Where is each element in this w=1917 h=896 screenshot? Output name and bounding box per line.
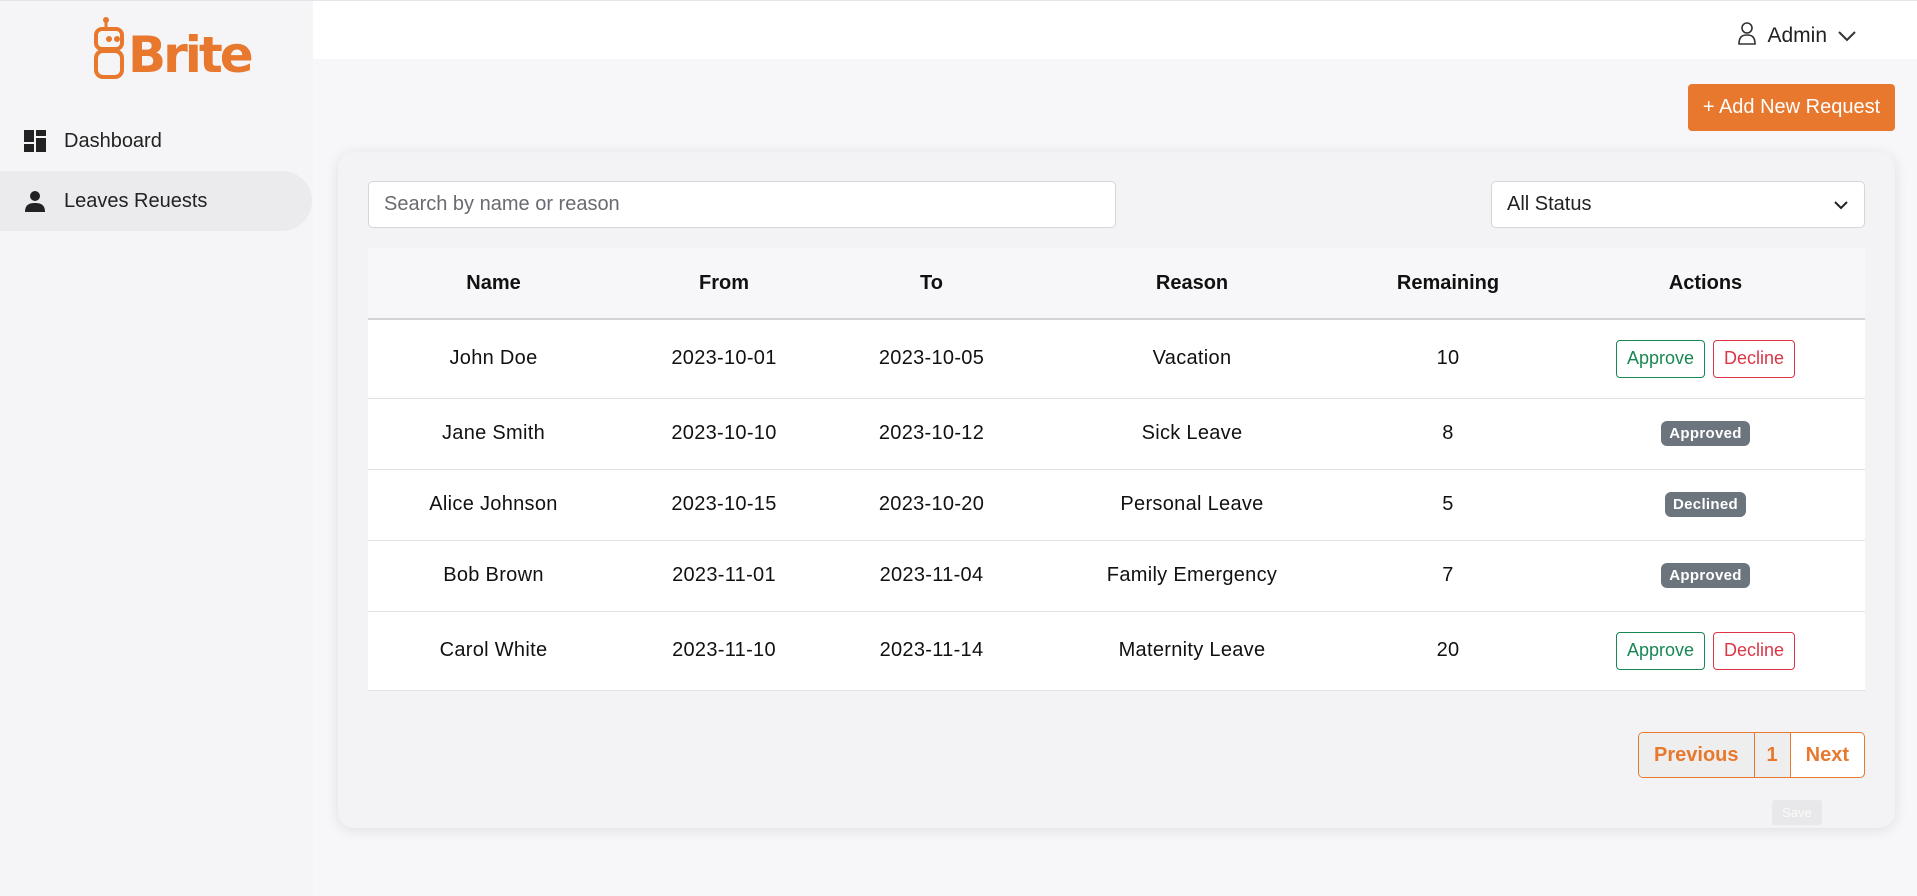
cell-to: 2023-10-05 <box>878 347 985 370</box>
status-badge: Declined <box>1665 492 1746 517</box>
pagination: Previous 1 Next <box>1638 732 1865 778</box>
brite-logo[interactable]: Brite <box>92 17 254 84</box>
leave-requests-table: Name From To Reason Remaining Actions Jo… <box>368 248 1865 691</box>
column-header-from: From <box>699 271 749 294</box>
column-header-remaining: Remaining <box>1396 271 1500 294</box>
user-menu[interactable]: Admin <box>1737 21 1857 51</box>
approve-button[interactable]: Approve <box>1615 339 1705 378</box>
approve-button[interactable]: Approve <box>1615 631 1705 670</box>
cell-name: Carol White <box>439 639 548 661</box>
sidebar-item-label: Dashboard <box>64 129 162 152</box>
user-icon <box>1737 21 1757 51</box>
table-row: Bob Brown 2023-11-01 2023-11-04 Family E… <box>368 540 1865 611</box>
page-number-button[interactable]: 1 <box>1754 733 1791 777</box>
top-bar: Admin <box>313 0 1917 59</box>
search-input[interactable] <box>368 181 1116 228</box>
status-filter-select[interactable]: All Status <box>1491 181 1865 228</box>
table-header-row: Name From To Reason Remaining Actions <box>368 248 1865 319</box>
save-button[interactable]: Save <box>1772 800 1822 825</box>
leave-requests-card: All Status Name From To Reason Remaining… <box>338 152 1895 828</box>
sidebar-item-leaves-requests[interactable]: Leaves Reuests <box>0 171 312 231</box>
cell-from: 2023-11-10 <box>672 639 776 661</box>
cell-to: 2023-11-14 <box>879 639 984 661</box>
cell-from: 2023-10-01 <box>671 347 777 370</box>
dashboard-icon <box>22 128 48 154</box>
robot-logo-icon <box>94 17 124 79</box>
column-header-reason: Reason <box>1155 271 1229 294</box>
cell-to: 2023-10-20 <box>878 493 985 515</box>
cell-name: Alice Johnson <box>429 493 558 515</box>
column-header-actions: Actions <box>1668 271 1743 294</box>
decline-button[interactable]: Decline <box>1713 339 1796 378</box>
cell-actions: Approved <box>1546 398 1865 469</box>
cell-reason: Sick Leave <box>1141 422 1243 444</box>
cell-remaining: 8 <box>1442 422 1454 444</box>
cell-to: 2023-10-12 <box>878 422 985 444</box>
cell-actions: Approve Decline <box>1546 319 1865 398</box>
chevron-down-icon <box>1833 193 1849 216</box>
cell-actions: Approved <box>1546 540 1865 611</box>
sidebar-item-dashboard[interactable]: Dashboard <box>0 111 312 171</box>
brand-name: Brite <box>128 26 254 84</box>
cell-to: 2023-11-04 <box>879 564 984 586</box>
cell-from: 2023-10-10 <box>671 422 777 444</box>
decline-button[interactable]: Decline <box>1713 631 1796 670</box>
column-header-name: Name <box>466 271 521 294</box>
cell-remaining: 5 <box>1442 493 1454 515</box>
table-row: Jane Smith 2023-10-10 2023-10-12 Sick Le… <box>368 398 1865 469</box>
previous-page-button[interactable]: Previous <box>1639 733 1755 777</box>
cell-reason: Family Emergency <box>1106 564 1278 586</box>
person-icon <box>22 188 48 214</box>
sidebar: Brite Dashboard Leaves Reuests <box>0 0 313 896</box>
chevron-down-icon <box>1837 24 1857 48</box>
cell-actions: Declined <box>1546 469 1865 540</box>
cell-name: John Doe <box>449 347 538 370</box>
status-badge: Approved <box>1661 421 1750 446</box>
cell-remaining: 20 <box>1436 639 1460 661</box>
cell-name: Jane Smith <box>441 422 546 444</box>
user-name: Admin <box>1767 24 1827 47</box>
cell-actions: Approve Decline <box>1546 611 1865 690</box>
next-page-button[interactable]: Next <box>1791 733 1864 777</box>
table-row: Carol White 2023-11-10 2023-11-14 Matern… <box>368 611 1865 690</box>
cell-remaining: 7 <box>1442 564 1454 586</box>
cell-reason: Maternity Leave <box>1118 639 1266 661</box>
cell-reason: Personal Leave <box>1120 493 1264 515</box>
cell-remaining: 10 <box>1436 347 1460 370</box>
column-header-to: To <box>920 271 943 294</box>
cell-reason: Vacation <box>1152 347 1232 370</box>
cell-from: 2023-10-15 <box>671 493 777 515</box>
add-new-request-button[interactable]: + Add New Request <box>1688 84 1895 131</box>
table-row: Alice Johnson 2023-10-15 2023-10-20 Pers… <box>368 469 1865 540</box>
status-filter-value: All Status <box>1507 193 1592 215</box>
cell-from: 2023-11-01 <box>672 564 776 586</box>
status-badge: Approved <box>1661 563 1750 588</box>
cell-name: Bob Brown <box>443 564 544 586</box>
table-row: John Doe 2023-10-01 2023-10-05 Vacation … <box>368 319 1865 398</box>
sidebar-item-label: Leaves Reuests <box>64 189 208 212</box>
